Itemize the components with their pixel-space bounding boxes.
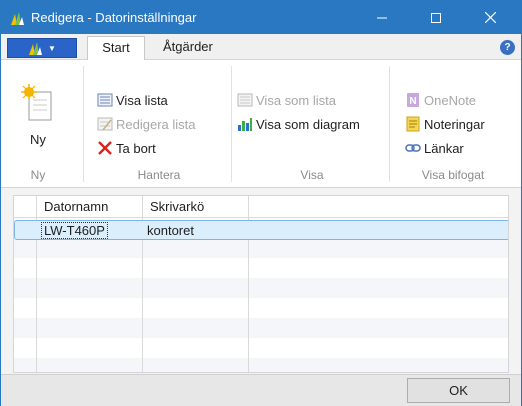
maximize-icon bbox=[431, 12, 441, 23]
links-label: Länkar bbox=[424, 140, 464, 156]
delete-icon bbox=[98, 141, 112, 155]
column-header-computer-name[interactable]: Datornamn bbox=[44, 199, 108, 214]
group-label-view: Visa bbox=[300, 168, 324, 182]
group-label-attachments: Visa bifogat bbox=[421, 168, 485, 182]
table-row-empty[interactable] bbox=[14, 358, 508, 372]
cell-printer-queue[interactable]: kontoret bbox=[147, 223, 194, 238]
tab-start[interactable]: Start bbox=[87, 36, 145, 61]
application-menu-button[interactable]: ▼ bbox=[7, 38, 77, 58]
dialog-footer: OK bbox=[1, 374, 521, 406]
new-button[interactable]: Ny bbox=[19, 84, 57, 147]
edit-list-icon bbox=[97, 117, 113, 131]
group-label-new: Ny bbox=[30, 168, 46, 182]
notes-button[interactable]: Noteringar bbox=[405, 114, 485, 134]
ribbon-group-view: Visa som lista Visa som diagram Visa bbox=[237, 60, 387, 188]
group-label-manage: Hantera bbox=[137, 168, 181, 182]
minimize-button[interactable] bbox=[359, 1, 405, 34]
onenote-button[interactable]: N OneNote bbox=[405, 90, 476, 110]
data-grid[interactable]: Datornamn Skrivarkö LW-T460P kontoret bbox=[13, 195, 509, 373]
title-bar[interactable]: Redigera - Datorinställningar bbox=[1, 1, 521, 34]
notes-icon bbox=[406, 116, 420, 132]
ribbon-divider bbox=[83, 66, 84, 182]
ribbon-divider bbox=[389, 66, 390, 182]
view-as-list-button[interactable]: Visa som lista bbox=[237, 90, 336, 110]
ribbon-tab-strip: ▼ Start Åtgärder ? bbox=[1, 34, 521, 61]
new-document-icon bbox=[21, 84, 52, 121]
minimize-icon bbox=[377, 17, 387, 18]
table-row-empty[interactable] bbox=[14, 238, 508, 258]
list-view-icon bbox=[97, 93, 113, 107]
edit-list-button[interactable]: Redigera lista bbox=[97, 114, 196, 134]
view-as-list-label: Visa som lista bbox=[256, 92, 336, 108]
notes-label: Noteringar bbox=[424, 116, 485, 132]
view-list-label: Visa lista bbox=[116, 92, 168, 108]
onenote-icon: N bbox=[407, 93, 419, 107]
help-icon[interactable]: ? bbox=[500, 40, 515, 55]
view-as-chart-label: Visa som diagram bbox=[256, 116, 360, 132]
chart-icon bbox=[238, 118, 252, 131]
column-header-printer-queue[interactable]: Skrivarkö bbox=[150, 199, 204, 214]
ribbon-divider bbox=[231, 66, 232, 182]
close-button[interactable] bbox=[467, 1, 513, 34]
dynamics-nav-logo-icon bbox=[11, 12, 24, 25]
cell-computer-name[interactable]: LW-T460P bbox=[41, 222, 108, 239]
view-list-button[interactable]: Visa lista bbox=[97, 90, 168, 110]
edit-list-label: Redigera lista bbox=[116, 116, 196, 132]
onenote-label: OneNote bbox=[424, 92, 477, 108]
window-title: Redigera - Datorinställningar bbox=[31, 10, 197, 25]
ribbon-group-attachments: N OneNote Noteringar Länkar Visa bifogat bbox=[395, 60, 511, 188]
list-view-icon bbox=[237, 93, 253, 107]
ribbon-panel: Ny Ny Visa lista Redigera lista Ta bort … bbox=[1, 60, 521, 188]
view-as-chart-button[interactable]: Visa som diagram bbox=[237, 114, 360, 134]
ribbon-group-manage: Visa lista Redigera lista Ta bort Hanter… bbox=[89, 60, 229, 188]
table-row-empty[interactable] bbox=[14, 278, 508, 298]
table-row-empty[interactable] bbox=[14, 318, 508, 338]
new-button-label: Ny bbox=[30, 132, 46, 147]
ok-button[interactable]: OK bbox=[407, 378, 510, 403]
ribbon-group-new: Ny Ny bbox=[1, 60, 75, 188]
link-icon bbox=[405, 144, 421, 152]
dynamics-nav-logo-icon bbox=[29, 42, 43, 55]
table-row[interactable]: LW-T460P kontoret bbox=[14, 220, 508, 240]
close-icon bbox=[484, 12, 496, 23]
svg-text:N: N bbox=[409, 96, 416, 107]
dialog-window: Redigera - Datorinställningar ▼ Start Åt… bbox=[0, 0, 522, 406]
delete-button[interactable]: Ta bort bbox=[97, 138, 156, 158]
chevron-down-icon: ▼ bbox=[48, 43, 56, 53]
tab-actions[interactable]: Åtgärder bbox=[153, 36, 223, 60]
delete-label: Ta bort bbox=[116, 140, 156, 156]
links-button[interactable]: Länkar bbox=[405, 138, 464, 158]
maximize-button[interactable] bbox=[413, 1, 459, 34]
table-header: Datornamn Skrivarkö bbox=[14, 196, 508, 218]
